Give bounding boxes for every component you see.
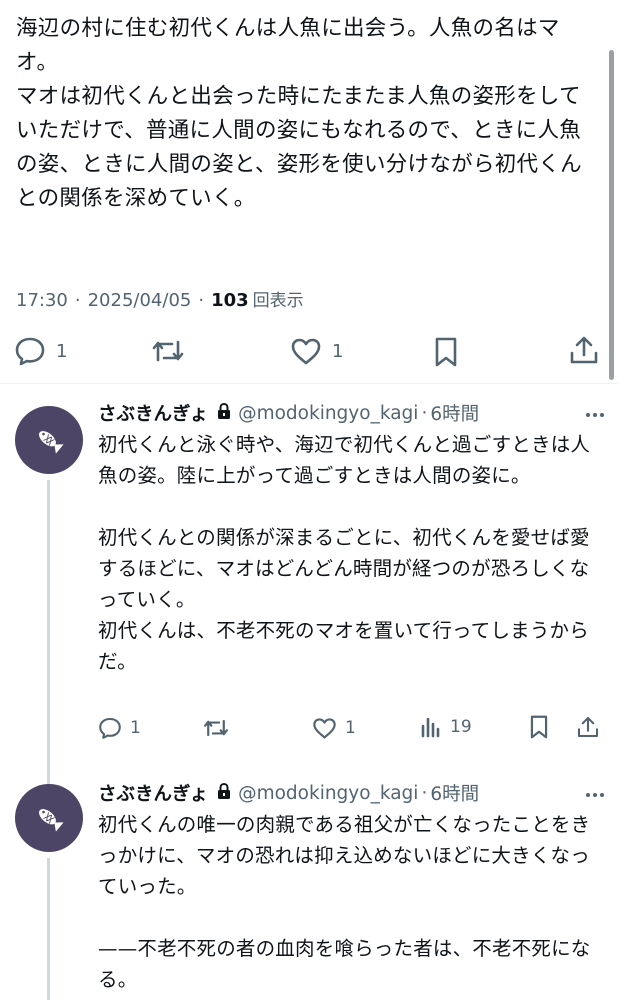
- main-tweet-text: 海辺の村に住む初代くんは人魚に出会う。人魚の名はマオ。 マオは初代くんと出会った…: [16, 16, 582, 211]
- share-button[interactable]: [576, 714, 600, 740]
- speech-bubble-icon: [99, 717, 121, 739]
- repost-arrows-icon: [204, 719, 228, 737]
- handle[interactable]: @modokingyo_kagi: [238, 783, 418, 804]
- like-count: 1: [345, 718, 356, 738]
- reply-button[interactable]: 1: [98, 716, 141, 740]
- avatar[interactable]: [15, 406, 83, 474]
- reply-text: 初代くんの唯一の肉親である祖父が亡くなったことをきっかけに、マオの恐れは抑え込め…: [98, 813, 591, 991]
- repost-button[interactable]: [150, 336, 186, 366]
- reply-time[interactable]: 6時間: [430, 400, 479, 426]
- tweet-date[interactable]: 2025/04/05: [88, 290, 192, 311]
- reply-header: さぶきんぎょ @modokingyo_kagi · 6時間: [98, 400, 479, 426]
- reply-time[interactable]: 6時間: [430, 780, 479, 806]
- more-options-icon[interactable]: [586, 413, 604, 417]
- lock-icon: [216, 402, 232, 425]
- bar-chart-icon: [421, 717, 440, 738]
- heart-icon: [313, 718, 336, 739]
- display-name[interactable]: さぶきんぎょ: [98, 780, 208, 806]
- divider: [0, 383, 618, 384]
- like-button[interactable]: 1: [290, 336, 343, 366]
- bookmark-button[interactable]: [432, 336, 460, 368]
- fish-icon: [39, 809, 64, 832]
- tweet-time[interactable]: 17:30: [16, 290, 68, 311]
- bookmark-icon: [530, 715, 548, 739]
- reply-count: 1: [56, 340, 68, 362]
- repost-arrows-icon: [152, 340, 184, 362]
- share-upload-icon: [570, 336, 598, 364]
- share-button[interactable]: [568, 334, 600, 366]
- repost-button[interactable]: [202, 716, 230, 740]
- like-button[interactable]: 1: [312, 716, 356, 740]
- views-label: 回表示: [252, 291, 304, 311]
- views-count: 103: [211, 290, 249, 311]
- reply-action-bar: 1 1 19: [0, 714, 618, 744]
- dot-separator: ·: [421, 782, 428, 804]
- speech-bubble-icon: [15, 337, 45, 366]
- reply-button[interactable]: 1: [14, 336, 67, 366]
- main-action-bar: 1 1: [0, 330, 618, 374]
- handle[interactable]: @modokingyo_kagi: [238, 403, 418, 424]
- reply-header: さぶきんぎょ @modokingyo_kagi · 6時間: [98, 780, 479, 806]
- tweet-thread-page: 海辺の村に住む初代くんは人魚に出会う。人魚の名はマオ。 マオは初代くんと出会った…: [0, 0, 618, 1000]
- reply-text: 初代くんと泳ぐ時や、海辺で初代くんと過ごすときは人魚の姿。陸に上がって過ごすとき…: [98, 433, 591, 673]
- views-button[interactable]: 19: [420, 716, 472, 738]
- dot-separator: ·: [421, 402, 428, 424]
- share-upload-icon: [577, 716, 599, 738]
- meta-separator: ·: [198, 290, 205, 311]
- views-count: 19: [450, 717, 472, 737]
- fish-icon: [39, 431, 64, 454]
- avatar[interactable]: [15, 784, 83, 852]
- thread-line: [47, 858, 50, 1000]
- bookmark-icon: [435, 337, 457, 367]
- reply-count: 1: [130, 718, 141, 738]
- heart-icon: [291, 338, 321, 365]
- like-count: 1: [332, 340, 344, 362]
- more-options-icon[interactable]: [586, 793, 604, 797]
- scrollbar[interactable]: [609, 50, 614, 380]
- meta-separator: ·: [74, 290, 81, 311]
- lock-icon: [216, 782, 232, 805]
- tweet-meta: 17:30 · 2025/04/05 · 103 回表示: [16, 286, 304, 311]
- display-name[interactable]: さぶきんぎょ: [98, 400, 208, 426]
- bookmark-button[interactable]: [528, 714, 550, 740]
